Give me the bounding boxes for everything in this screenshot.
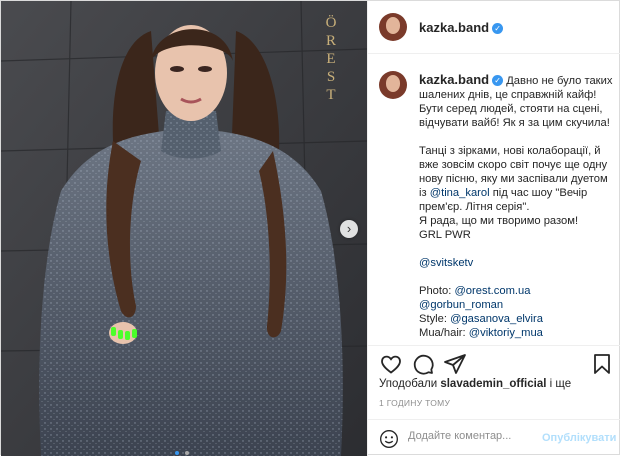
heart-icon[interactable] (379, 352, 403, 376)
header-username[interactable]: kazka.band (419, 20, 489, 35)
post-actions (368, 345, 620, 382)
mention-link[interactable]: @gasanova_elvira (450, 313, 543, 325)
share-icon[interactable] (443, 352, 467, 376)
liker-username[interactable]: slavademin_official (440, 378, 546, 390)
carousel-dot (185, 451, 190, 455)
post-header: kazka.band ✓ (368, 1, 620, 54)
mention-link[interactable]: @gorbun_roman (419, 299, 503, 311)
likes-prefix: Уподобали (379, 378, 441, 390)
likes-line: Уподобали slavademin_official і ще (379, 378, 571, 390)
post-sidebar: kazka.band ✓ kazka.band ✓ Давно не було та… (367, 1, 620, 456)
publish-button[interactable]: Опублікувати (542, 432, 616, 444)
photo-watermark: ÖREST (323, 15, 339, 105)
mention-link[interactable]: @svitsketv (419, 257, 473, 269)
caption-label: Style: (419, 313, 451, 325)
comment-box: Опублікувати (368, 419, 620, 457)
caption-text: Я рада, що ми творимо разом! (419, 215, 579, 227)
carousel-dots (174, 442, 190, 456)
instagram-post: ÖREST › kazka.band ✓ kazka.band ✓ Давно не… (0, 0, 620, 456)
caption-second-paragraph: Танці з зірками, нові колаборації, й вже… (419, 144, 614, 214)
caption-text: GRL PWR (419, 229, 471, 241)
mention-link[interactable]: @tina_karol (430, 187, 490, 199)
verified-badge-icon: ✓ (492, 23, 504, 34)
caption-first-paragraph: kazka.band ✓ Давно не було таких шалених … (419, 73, 614, 130)
carousel-dot-active (175, 451, 179, 455)
emoji-icon[interactable] (379, 429, 399, 449)
post-image (1, 1, 367, 456)
post-timestamp[interactable]: 1 ГОДИНУ ТОМУ (379, 398, 450, 408)
caption-label: Mua/hair: (419, 327, 469, 339)
post-photo[interactable]: ÖREST › (1, 1, 367, 456)
mention-link[interactable]: @orest.com.ua (454, 285, 530, 297)
bookmark-icon[interactable] (590, 352, 614, 376)
verified-badge-icon: ✓ (492, 75, 504, 86)
caption-username[interactable]: kazka.band (419, 72, 489, 87)
mention-link[interactable]: @viktoriy_mua (469, 327, 543, 339)
comment-input[interactable] (408, 430, 558, 442)
chevron-right-icon[interactable]: › (340, 220, 358, 238)
avatar[interactable] (379, 13, 407, 41)
header-username-block: kazka.band ✓ (419, 19, 504, 37)
comment-icon[interactable] (411, 352, 435, 376)
post-caption: kazka.band ✓ Давно не було таких шалених … (419, 73, 614, 340)
caption-label: Photo: (419, 285, 455, 297)
caption-avatar[interactable] (379, 71, 407, 99)
likes-suffix[interactable]: і ще (546, 378, 572, 390)
